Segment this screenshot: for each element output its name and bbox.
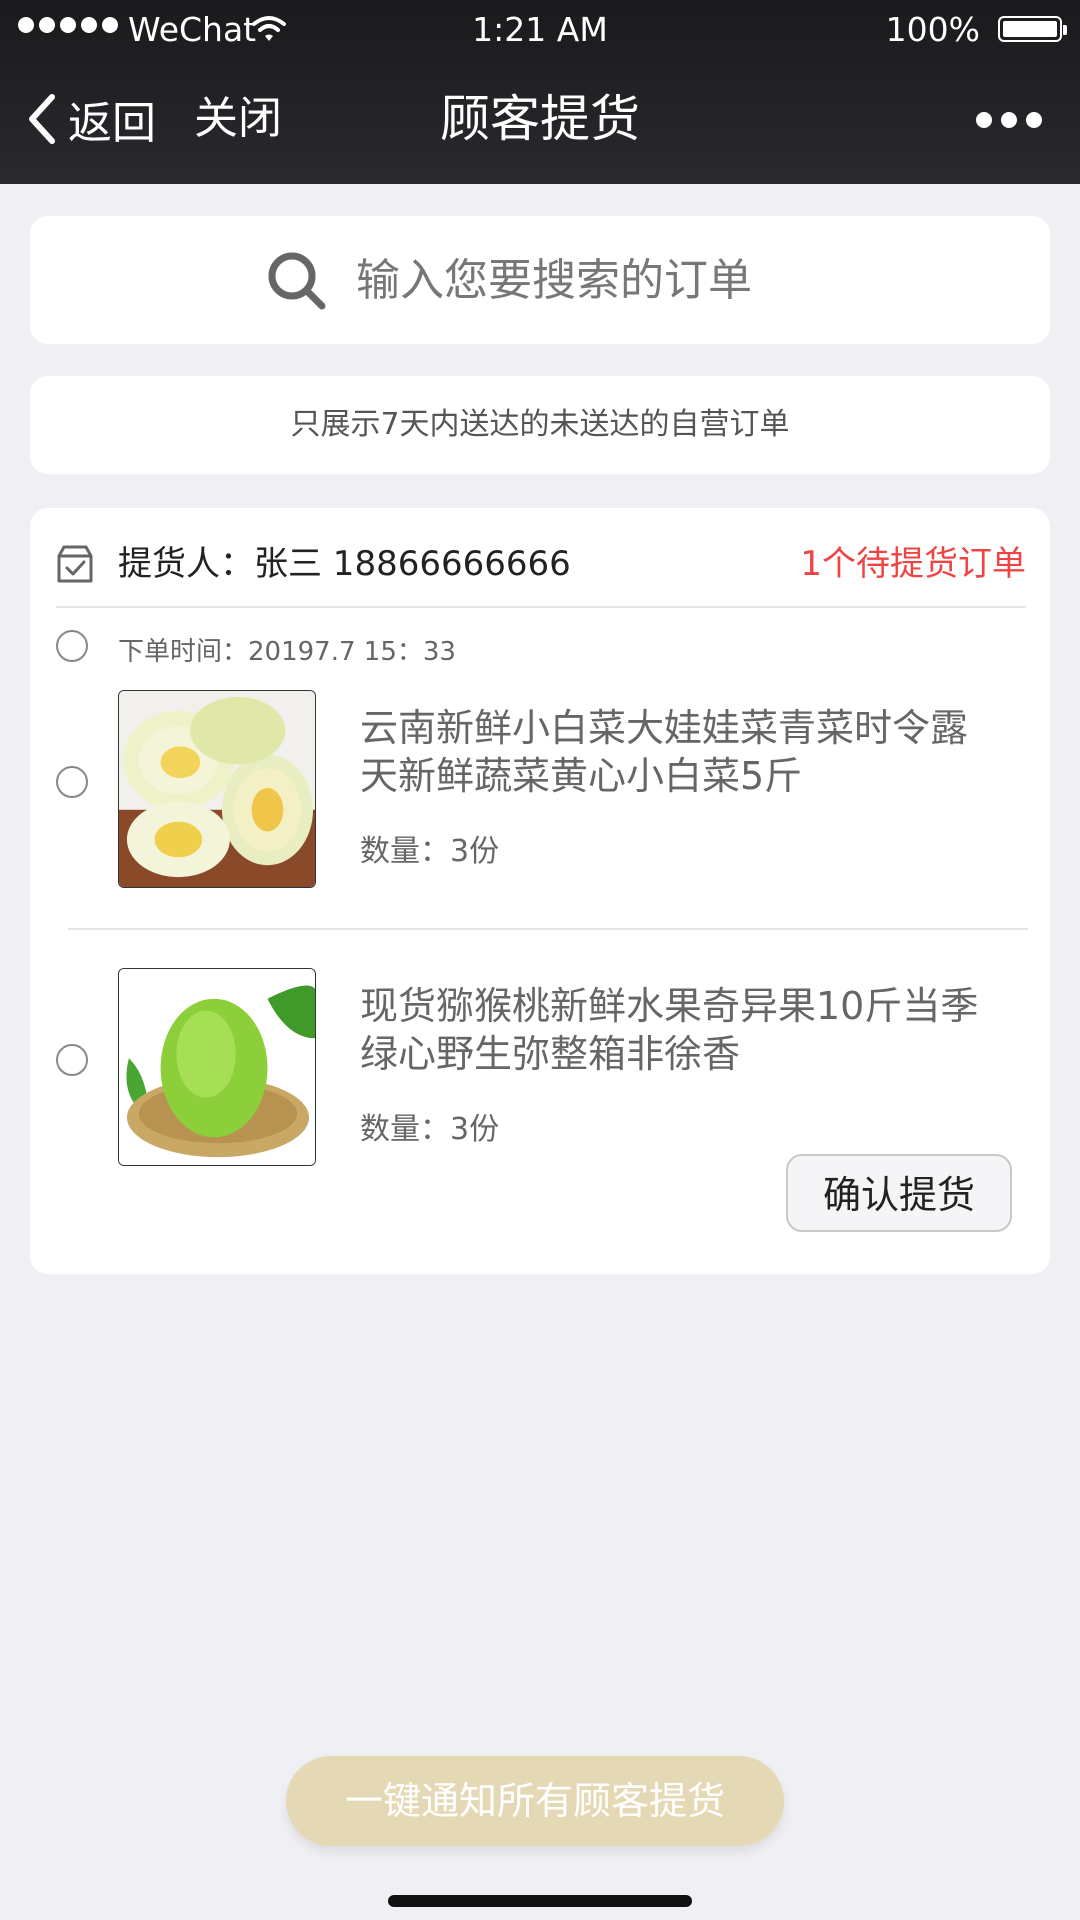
cabbage-image (119, 691, 315, 887)
page-title: 顾客提货 (440, 90, 640, 148)
product-thumbnail[interactable] (118, 968, 316, 1166)
pending-orders-count: 1个待提货订单 (800, 544, 1026, 584)
more-options-icon[interactable] (976, 110, 1042, 130)
search-icon (268, 252, 326, 310)
pickup-person: 提货人：张三 18866666666 (118, 544, 571, 584)
order-range-notice: 只展示7天内送达的未送达的自营订单 (30, 376, 1050, 474)
search-input[interactable] (356, 254, 816, 306)
item-select-radio[interactable] (56, 1044, 88, 1076)
battery-level-fill (1003, 21, 1057, 37)
battery-icon (998, 16, 1067, 42)
kiwi-image (119, 969, 315, 1165)
order-checkbox-icon[interactable] (56, 544, 94, 584)
order-card-header: 提货人：张三 18866666666 1个待提货订单 (56, 524, 1026, 608)
product-quantity: 数量：3份 (360, 1112, 500, 1147)
order-card: 提货人：张三 18866666666 1个待提货订单 下单时间：20197.7 … (30, 508, 1050, 1274)
search-bar[interactable] (30, 216, 1050, 344)
notify-all-customers-button[interactable]: 一键通知所有顾客提货 (286, 1756, 784, 1846)
status-bar: WeChat 1:21 AM 100% (0, 0, 1080, 60)
order-time: 下单时间：20197.7 15：33 (118, 637, 456, 667)
confirm-pickup-button[interactable]: 确认提货 (786, 1154, 1012, 1232)
product-title: 云南新鲜小白菜大娃娃菜青菜时令露天新鲜蔬菜黄心小白菜5斤 (360, 706, 969, 798)
order-select-radio[interactable] (56, 630, 88, 662)
app-header: WeChat 1:21 AM 100% 返回 关闭 顾客提货 (0, 0, 1080, 184)
home-indicator[interactable] (388, 1895, 692, 1907)
navigation-bar: 返回 关闭 顾客提货 (0, 60, 1080, 184)
item-divider (68, 928, 1028, 930)
product-title: 现货猕猴桃新鲜水果奇异果10斤当季绿心野生弥整箱非徐香 (360, 984, 979, 1076)
item-select-radio[interactable] (56, 766, 88, 798)
battery-percentage: 100% (885, 10, 980, 49)
product-thumbnail[interactable] (118, 690, 316, 888)
product-quantity: 数量：3份 (360, 834, 500, 869)
